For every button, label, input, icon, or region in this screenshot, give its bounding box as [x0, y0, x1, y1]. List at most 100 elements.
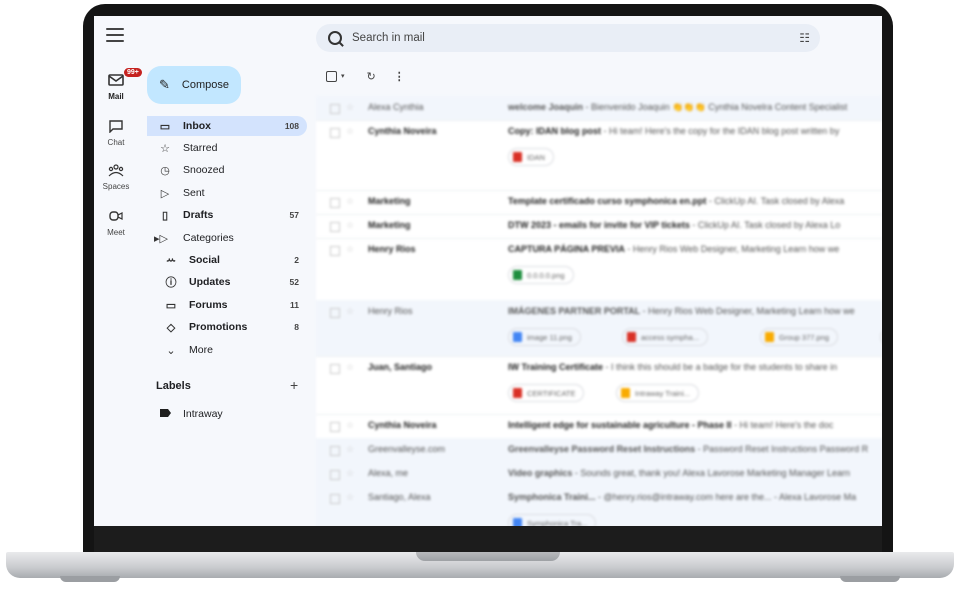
email-snippet: - Hi team! Here's the doc — [731, 420, 834, 430]
email-checkbox[interactable] — [330, 222, 340, 232]
email-checkbox[interactable] — [330, 446, 340, 456]
email-checkbox[interactable] — [330, 128, 340, 138]
email-row[interactable]: ☆ Juan, Santiago IW Training Certificate -… — [316, 356, 882, 415]
nav-drafts[interactable]: ▯ Drafts 57 — [147, 205, 307, 225]
star-icon[interactable]: ☆ — [346, 444, 354, 455]
refresh-icon[interactable]: ↻ — [367, 70, 376, 83]
email-sender: Marketing — [368, 196, 411, 206]
laptop-foot-left — [60, 576, 120, 582]
attachment-chip[interactable]: image 11.png — [508, 328, 581, 346]
label-intraway-label: Intraway — [183, 408, 223, 420]
compose-label: Compose — [181, 79, 229, 91]
email-checkbox[interactable] — [330, 364, 340, 374]
add-label-button[interactable]: + — [290, 377, 298, 393]
nav-snoozed[interactable]: ◷ Snoozed — [147, 160, 307, 180]
star-icon[interactable]: ☆ — [346, 492, 354, 503]
attachment-chip[interactable]: Group 377.png — [760, 328, 839, 346]
nav-forums-count: 11 — [290, 300, 299, 310]
email-checkbox[interactable] — [330, 308, 340, 318]
nav-promotions[interactable]: ◇ Promotions 8 — [147, 317, 307, 337]
email-row[interactable]: ☆ Henry Rios CAPTURA PÁGINA PREVIA - Henry… — [316, 238, 882, 301]
rail-chat[interactable]: Chat — [94, 120, 138, 147]
star-icon[interactable]: ☆ — [346, 244, 354, 255]
star-icon[interactable]: ☆ — [346, 196, 354, 207]
search-icon[interactable] — [328, 31, 342, 45]
rail-mail[interactable]: 99+ Mail — [94, 68, 142, 101]
attachment-chip[interactable]: Symphonica Tra... — [508, 514, 597, 526]
search-input[interactable]: Search in mail — [352, 32, 425, 44]
attachment-chip[interactable]: 0.0.0.0.png — [508, 266, 574, 284]
nav-sent[interactable]: ▷ Sent — [147, 183, 307, 203]
email-snippet: - Sounds great, thank you! Alexa Lavoros… — [572, 468, 851, 478]
more-options-icon[interactable]: ⋮ — [394, 70, 405, 83]
email-subject-line: welcome Joaquin - Bienvenido Joaquin 👏👏👏… — [508, 102, 882, 113]
email-row[interactable]: ☆ Henry Rios IMÁGENES PARTNER PORTAL - Hen… — [316, 300, 882, 357]
email-row[interactable]: ☆ Cynthia Noveira Intelligent edge for sus… — [316, 414, 882, 439]
attachment-chip[interactable]: +4 — [880, 328, 882, 346]
star-icon[interactable]: ☆ — [346, 306, 354, 317]
star-icon[interactable]: ☆ — [346, 362, 354, 373]
nav-starred-label: Starred — [183, 142, 218, 154]
attachment-name: access sympha... — [641, 332, 699, 342]
email-row[interactable]: ☆ Greenvalleyse.com Greenvalleyse Password… — [316, 438, 882, 463]
mail-list: ☆ Alexa Cynthia welcome Joaquin - Bienveni… — [316, 96, 882, 526]
nav-inbox[interactable]: ▭ Inbox 108 — [147, 116, 307, 136]
star-icon[interactable]: ☆ — [346, 420, 354, 431]
nav-promotions-label: Promotions — [189, 321, 248, 333]
attachment-name: Group 377.png — [779, 332, 830, 342]
nav-more[interactable]: ⌄ More — [147, 340, 307, 360]
attachment-chip[interactable]: CERTIFICATE — [508, 384, 585, 402]
nav-sent-label: Sent — [183, 187, 205, 199]
search-bar[interactable]: Search in mail ☷ — [316, 24, 820, 52]
search-options-icon[interactable]: ☷ — [799, 31, 810, 45]
email-row[interactable]: ☆ Alexa, me Video graphics - Sounds great,… — [316, 462, 882, 487]
label-intraway[interactable]: Intraway — [147, 404, 307, 424]
nav-categories-label: Categories — [183, 232, 234, 244]
email-sender: Cynthia Noveira — [368, 126, 437, 136]
nav-social[interactable]: ꕀ Social 2 — [147, 250, 307, 270]
email-checkbox[interactable] — [330, 422, 340, 432]
star-icon[interactable]: ☆ — [346, 220, 354, 231]
email-checkbox[interactable] — [330, 470, 340, 480]
nav-starred[interactable]: ☆ Starred — [147, 138, 307, 158]
email-checkbox[interactable] — [330, 246, 340, 256]
mail-unread-badge: 99+ — [124, 68, 142, 77]
star-icon[interactable]: ☆ — [346, 102, 354, 113]
nav-forums-label: Forums — [189, 299, 228, 311]
rail-spaces[interactable]: Spaces — [94, 164, 138, 191]
email-subject-line: Copy: IDAN blog post - Hi team! Here's t… — [508, 126, 882, 136]
compose-button[interactable]: ✎ Compose — [147, 66, 241, 104]
file-icon — [627, 332, 636, 342]
nav-forums[interactable]: ▭ Forums 11 — [147, 295, 307, 315]
nav-drafts-label: Drafts — [183, 209, 214, 221]
select-dropdown-icon[interactable]: ▾ — [341, 72, 345, 80]
attachment-chip[interactable]: Intraway Traini... — [616, 384, 700, 402]
attachment-chip[interactable]: access sympha... — [622, 328, 708, 346]
email-subject: IW Training Certificate — [508, 362, 604, 372]
email-row[interactable]: ☆ Cynthia Noveira Copy: IDAN blog post - H… — [316, 120, 882, 191]
star-icon[interactable]: ☆ — [346, 126, 354, 137]
star-icon[interactable]: ☆ — [346, 468, 354, 479]
email-checkbox[interactable] — [330, 104, 340, 114]
nav-inbox-label: Inbox — [183, 120, 211, 132]
attachment-chip[interactable]: IDAN — [508, 148, 554, 166]
email-row[interactable]: ☆ Marketing DTW 2023 - emails for invite f… — [316, 214, 882, 239]
email-subject-line: Template certificado curso symphonica en… — [508, 196, 882, 206]
email-row[interactable]: ☆ Marketing Template certificado curso sym… — [316, 190, 882, 215]
select-all-checkbox[interactable] — [326, 70, 337, 82]
rail-meet[interactable]: Meet — [94, 210, 138, 237]
email-subject: Video graphics — [508, 468, 573, 478]
nav-updates[interactable]: ⓘ Updates 52 — [147, 272, 307, 292]
email-checkbox[interactable] — [330, 494, 340, 504]
mail-icon: 99+ — [106, 68, 142, 90]
email-row[interactable]: ☆ Alexa Cynthia welcome Joaquin - Bienveni… — [316, 96, 882, 121]
email-sender: Juan, Santiago — [368, 362, 433, 372]
main-menu-button[interactable] — [106, 28, 124, 42]
mail-toolbar: ▾ ↻ ⋮ — [326, 68, 405, 84]
email-row[interactable]: ☆ Santiago, Alexa Symphonica Traini... - @… — [316, 486, 882, 526]
rail-spaces-label: Spaces — [102, 182, 130, 191]
gmail-screen: 99+ Mail Chat Spaces Meet ✎ Compose ▭ In… — [94, 16, 882, 526]
email-subject-line: CAPTURA PÁGINA PREVIA - Henry Rios Web D… — [508, 244, 882, 254]
email-checkbox[interactable] — [330, 198, 340, 208]
nav-categories[interactable]: ▸▷ Categories — [147, 228, 307, 248]
